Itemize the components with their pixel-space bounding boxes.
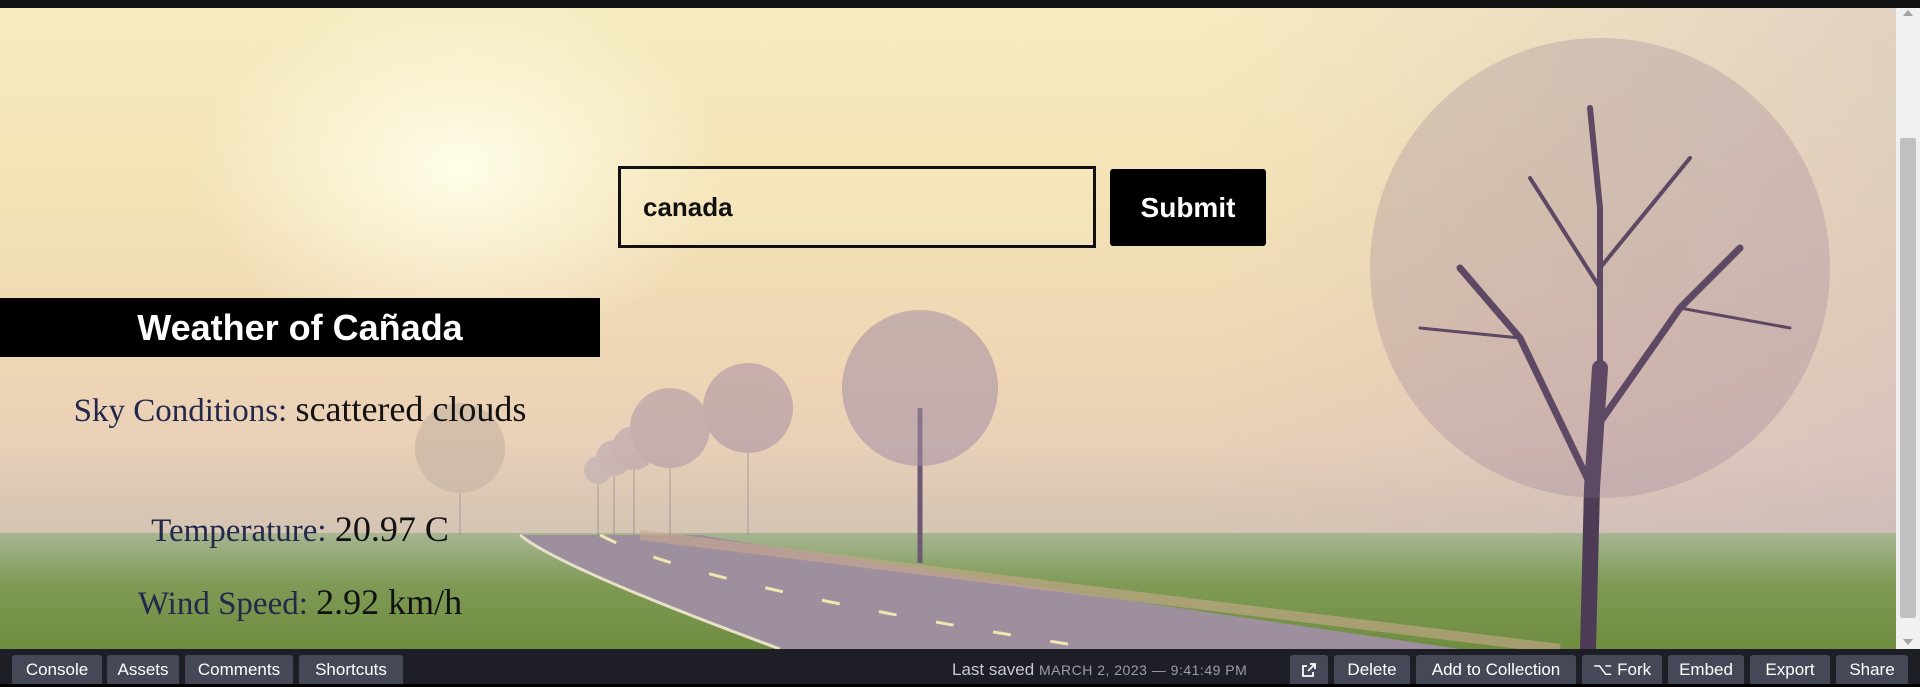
delete-button[interactable]: Delete <box>1334 655 1410 684</box>
add-to-collection-button[interactable]: Add to Collection <box>1416 655 1576 684</box>
last-saved-status: Last saved MARCH 2, 2023 — 9:41:49 PM <box>952 655 1247 684</box>
scroll-thumb[interactable] <box>1900 138 1916 618</box>
submit-button[interactable]: Submit <box>1110 169 1266 246</box>
temperature: Temperature: 20.97 C <box>0 508 600 550</box>
scroll-down-arrow-icon[interactable] <box>1903 639 1913 645</box>
sky-conditions: Sky Conditions: scattered clouds <box>0 388 600 438</box>
top-strip <box>0 0 1920 8</box>
wind-speed-label: Wind Speed: <box>137 586 317 622</box>
city-search-input[interactable] <box>618 166 1096 248</box>
preview-pane: Submit Weather of Cañada Sky Conditions:… <box>0 8 1896 649</box>
export-button[interactable]: Export <box>1750 655 1830 684</box>
share-button[interactable]: Share <box>1836 655 1908 684</box>
comments-button[interactable]: Comments <box>185 655 293 684</box>
last-saved-label: Last saved <box>952 660 1035 679</box>
fork-icon: ⌥ <box>1592 660 1613 679</box>
shortcuts-button[interactable]: Shortcuts <box>299 655 403 684</box>
last-saved-date: MARCH 2, 2023 — 9:41:49 PM <box>1038 662 1248 678</box>
temperature-label: Temperature: <box>151 513 335 549</box>
external-link-icon <box>1302 663 1316 677</box>
sky-conditions-label: Sky Conditions: <box>73 393 296 429</box>
embed-button[interactable]: Embed <box>1668 655 1744 684</box>
scroll-up-arrow-icon[interactable] <box>1903 10 1913 16</box>
vertical-scrollbar[interactable] <box>1896 8 1920 649</box>
weather-title: Weather of Cañada <box>0 298 600 357</box>
sky-conditions-value: scattered clouds <box>295 389 527 429</box>
console-button[interactable]: Console <box>12 655 102 684</box>
editor-bottom-bar: Console Assets Comments Shortcuts Last s… <box>0 649 1920 684</box>
open-external-button[interactable] <box>1290 655 1328 684</box>
temperature-value: 20.97 C <box>334 509 449 549</box>
fork-button[interactable]: ⌥ Fork <box>1582 655 1662 684</box>
wind-speed-value: 2.92 km/h <box>316 582 463 622</box>
fork-label: Fork <box>1617 660 1652 679</box>
wind-speed: Wind Speed: 2.92 km/h <box>0 581 600 623</box>
assets-button[interactable]: Assets <box>107 655 179 684</box>
